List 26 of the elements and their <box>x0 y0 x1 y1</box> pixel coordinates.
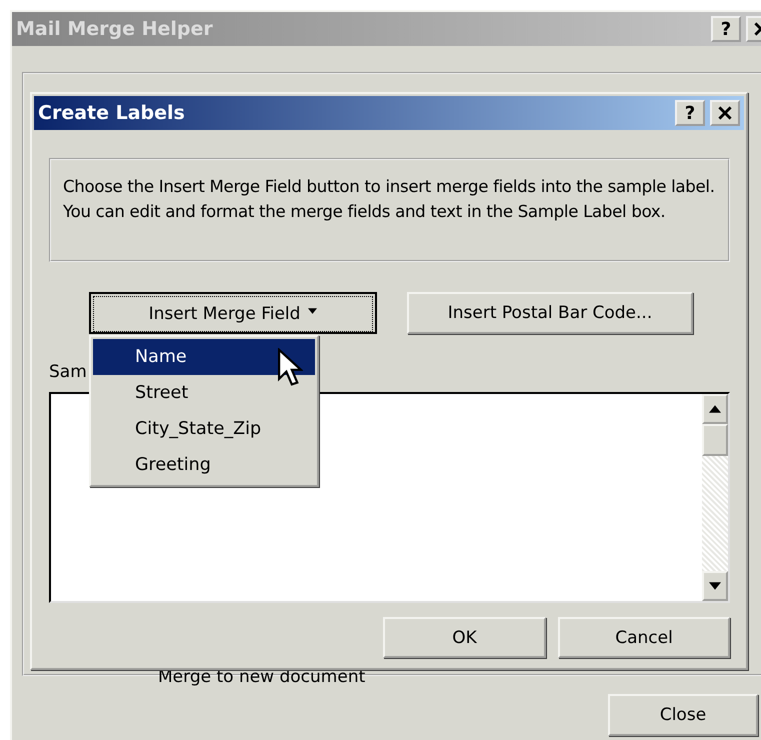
menu-item[interactable]: City_State_Zip <box>93 411 315 447</box>
dropdown-button[interactable]: Insert Merge Field <box>89 292 377 334</box>
down-arrow-icon <box>709 582 721 590</box>
instructions-text: Choose the Insert Merge Field button to insert merge fields into the sample label. You can edit and format the merge fields and text in the Sample Label box. <box>63 176 716 223</box>
caret-icon <box>308 308 318 314</box>
scrollbar[interactable] <box>702 394 728 601</box>
menu-item[interactable]: Name <box>93 339 315 375</box>
scroll-down-button[interactable] <box>702 571 728 601</box>
help-button[interactable]: ? <box>711 16 741 42</box>
merge-option-label: Merge to new document <box>158 667 366 687</box>
dialog-title: Create Labels <box>38 102 185 124</box>
close-button[interactable] <box>710 100 740 126</box>
dialog-button[interactable]: Cancel <box>558 617 730 658</box>
menu-item[interactable]: Greeting <box>93 447 315 483</box>
scroll-up-button[interactable] <box>702 394 728 424</box>
sample-label-caption: Sam <box>49 362 87 382</box>
scroll-thumb[interactable] <box>702 424 728 456</box>
window-title: Mail Merge Helper <box>16 18 213 40</box>
dialog-button[interactable]: OK <box>383 617 546 658</box>
pointer-cursor-icon <box>277 348 303 388</box>
close-button[interactable]: Close <box>608 694 758 736</box>
close-icon <box>718 106 732 120</box>
up-arrow-icon <box>709 405 721 413</box>
help-button[interactable]: ? <box>675 100 705 126</box>
menu-item[interactable]: Street <box>93 375 315 411</box>
insert-button[interactable]: Insert Postal Bar Code... <box>407 292 693 334</box>
